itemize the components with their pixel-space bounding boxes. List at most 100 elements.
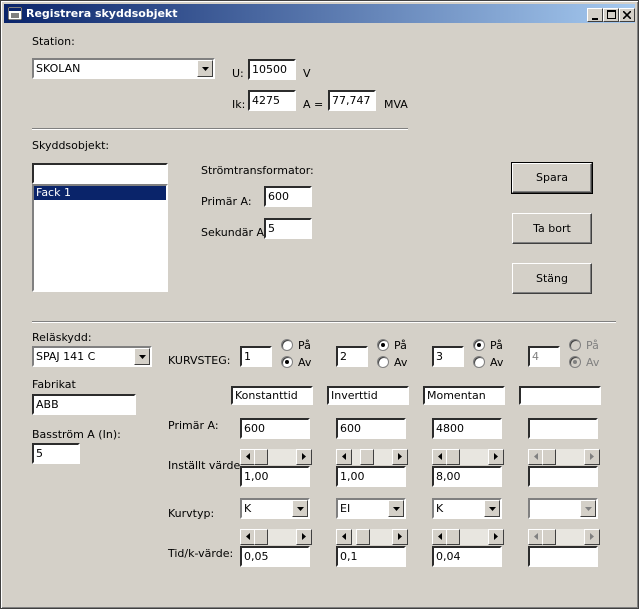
- arrow-left-icon: [534, 453, 538, 460]
- kurvsteg-4-kurvtyp-select[interactable]: [528, 498, 598, 519]
- kurvsteg-3-primary-input[interactable]: 4800: [432, 418, 502, 439]
- kurvsteg-4-off-label: Av: [586, 356, 600, 369]
- scroll-right-button[interactable]: [392, 449, 408, 465]
- kurvsteg-2-installt-input[interactable]: 1,00: [336, 466, 406, 487]
- kurvsteg-4-name[interactable]: [519, 386, 601, 405]
- kurvsteg-3-name[interactable]: Momentan: [423, 386, 505, 405]
- kurvsteg-4-tidk-scrollbar[interactable]: [528, 529, 600, 545]
- kurvsteg-3-installt-input[interactable]: 8,00: [432, 466, 502, 487]
- ct-secondary-input[interactable]: 5: [264, 218, 312, 239]
- kurvsteg-2-kurvtyp-select[interactable]: EI: [336, 498, 406, 519]
- kurvsteg-1-installt-scrollbar[interactable]: [240, 449, 312, 465]
- minimize-button[interactable]: [587, 8, 603, 22]
- kurvsteg-4-off-radio[interactable]: [569, 356, 581, 368]
- kurvsteg-2-tidk-input[interactable]: 0,1: [336, 546, 406, 567]
- kurvsteg-1-primary-input[interactable]: 600: [240, 418, 310, 439]
- arrow-left-icon: [246, 453, 250, 460]
- kurvsteg-2-primary-input[interactable]: 600: [336, 418, 406, 439]
- scroll-right-button[interactable]: [296, 529, 312, 545]
- kurvsteg-1-number[interactable]: 1: [240, 346, 272, 367]
- skyddsobjekt-label: Skyddsobjekt:: [32, 139, 110, 152]
- ct-primary-input[interactable]: 600: [264, 186, 312, 207]
- arrow-right-icon: [398, 453, 402, 460]
- kurvsteg-2-number[interactable]: 2: [336, 346, 368, 367]
- kurvsteg-2-installt-scrollbar[interactable]: [336, 449, 408, 465]
- title-bar[interactable]: Registrera skyddsobjekt: [4, 4, 635, 23]
- scroll-left-button[interactable]: [336, 529, 352, 545]
- kurvsteg-label: KURVSTEG:: [168, 354, 231, 367]
- scroll-right-button[interactable]: [488, 449, 504, 465]
- maximize-button[interactable]: [603, 8, 619, 22]
- scroll-thumb[interactable]: [254, 529, 268, 545]
- station-value: SKOLAN: [36, 62, 81, 75]
- close-icon: [622, 10, 632, 20]
- kurvsteg-1-installt-input[interactable]: 1,00: [240, 466, 310, 487]
- scroll-thumb[interactable]: [446, 449, 460, 465]
- kurvsteg-1-tidk-input[interactable]: 0,05: [240, 546, 310, 567]
- kurvsteg-2-on-radio[interactable]: [377, 339, 389, 351]
- kurvsteg-4-installt-scrollbar[interactable]: [528, 449, 600, 465]
- basstrom-input[interactable]: 5: [32, 443, 80, 464]
- kurvtyp-label: Kurvtyp:: [168, 507, 215, 520]
- kurvtyp-dropdown-button[interactable]: [292, 500, 308, 517]
- delete-button[interactable]: Ta bort: [512, 213, 592, 244]
- scroll-left-button[interactable]: [336, 449, 352, 465]
- scroll-thumb[interactable]: [542, 449, 556, 465]
- app-icon: [8, 7, 22, 20]
- kurvsteg-1-on-radio[interactable]: [281, 339, 293, 351]
- kurvsteg-1-name[interactable]: Konstanttid: [231, 386, 313, 405]
- scroll-thumb[interactable]: [360, 449, 374, 465]
- kurvsteg-2-off-radio[interactable]: [377, 356, 389, 368]
- kurvsteg-3-number[interactable]: 3: [432, 346, 464, 367]
- mva-input[interactable]: 77,747: [328, 90, 376, 111]
- ct-primary-label: Primär A:: [201, 195, 252, 208]
- scroll-right-button[interactable]: [488, 529, 504, 545]
- scroll-right-button[interactable]: [296, 449, 312, 465]
- kurvsteg-3-tidk-input[interactable]: 0,04: [432, 546, 502, 567]
- kurvsteg-2-name[interactable]: Inverttid: [327, 386, 409, 405]
- arrow-left-icon: [438, 453, 442, 460]
- kurvsteg-3-tidk-scrollbar[interactable]: [432, 529, 504, 545]
- scroll-thumb[interactable]: [446, 529, 460, 545]
- kurvsteg-4-primary-input[interactable]: [528, 418, 598, 439]
- relay-dropdown-button[interactable]: [134, 348, 150, 365]
- fabrikat-input[interactable]: ABB: [32, 394, 136, 415]
- station-dropdown-button[interactable]: [197, 60, 213, 77]
- scroll-right-button[interactable]: [392, 529, 408, 545]
- arrow-left-icon: [246, 533, 250, 540]
- station-select[interactable]: SKOLAN: [32, 58, 215, 79]
- kurvtyp-dropdown-button[interactable]: [580, 500, 596, 517]
- ik-input[interactable]: 4275: [248, 90, 296, 111]
- close-window-button[interactable]: [619, 8, 635, 22]
- scroll-thumb[interactable]: [542, 529, 556, 545]
- kurvsteg-4-number[interactable]: 4: [528, 346, 560, 367]
- kurvsteg-3-kurvtyp-select[interactable]: K: [432, 498, 502, 519]
- scroll-right-button[interactable]: [584, 529, 600, 545]
- skyddsobjekt-filter-input[interactable]: [32, 163, 168, 184]
- kurvsteg-2-on-label: På: [394, 339, 407, 352]
- save-button[interactable]: Spara: [511, 162, 593, 194]
- kurvsteg-4-installt-input[interactable]: [528, 466, 598, 487]
- list-item[interactable]: Fack 1: [34, 186, 166, 200]
- kurvsteg-2-tidk-scrollbar[interactable]: [336, 529, 408, 545]
- close-button[interactable]: Stäng: [512, 263, 592, 294]
- ct-secondary-label: Sekundär A:: [201, 226, 268, 239]
- kurvsteg-1-off-radio[interactable]: [281, 356, 293, 368]
- kurvsteg-4-on-radio[interactable]: [569, 339, 581, 351]
- scroll-thumb[interactable]: [356, 529, 370, 545]
- kurvsteg-4-tidk-input[interactable]: [528, 546, 598, 567]
- kurvsteg-1-kurvtyp-select[interactable]: K: [240, 498, 310, 519]
- u-input[interactable]: 10500: [248, 59, 296, 80]
- kurvsteg-3-off-radio[interactable]: [473, 356, 485, 368]
- arrow-right-icon: [590, 533, 594, 540]
- relay-select[interactable]: SPAJ 141 C: [32, 346, 152, 367]
- kurvsteg-1-tidk-scrollbar[interactable]: [240, 529, 312, 545]
- kurvtyp-dropdown-button[interactable]: [484, 500, 500, 517]
- kurvtyp-dropdown-button[interactable]: [388, 500, 404, 517]
- scroll-thumb[interactable]: [254, 449, 268, 465]
- installt-label: Inställt värde:: [168, 459, 244, 472]
- kurvsteg-3-on-radio[interactable]: [473, 339, 485, 351]
- kurvsteg-3-installt-scrollbar[interactable]: [432, 449, 504, 465]
- scroll-right-button[interactable]: [584, 449, 600, 465]
- skyddsobjekt-list[interactable]: Fack 1: [32, 184, 168, 292]
